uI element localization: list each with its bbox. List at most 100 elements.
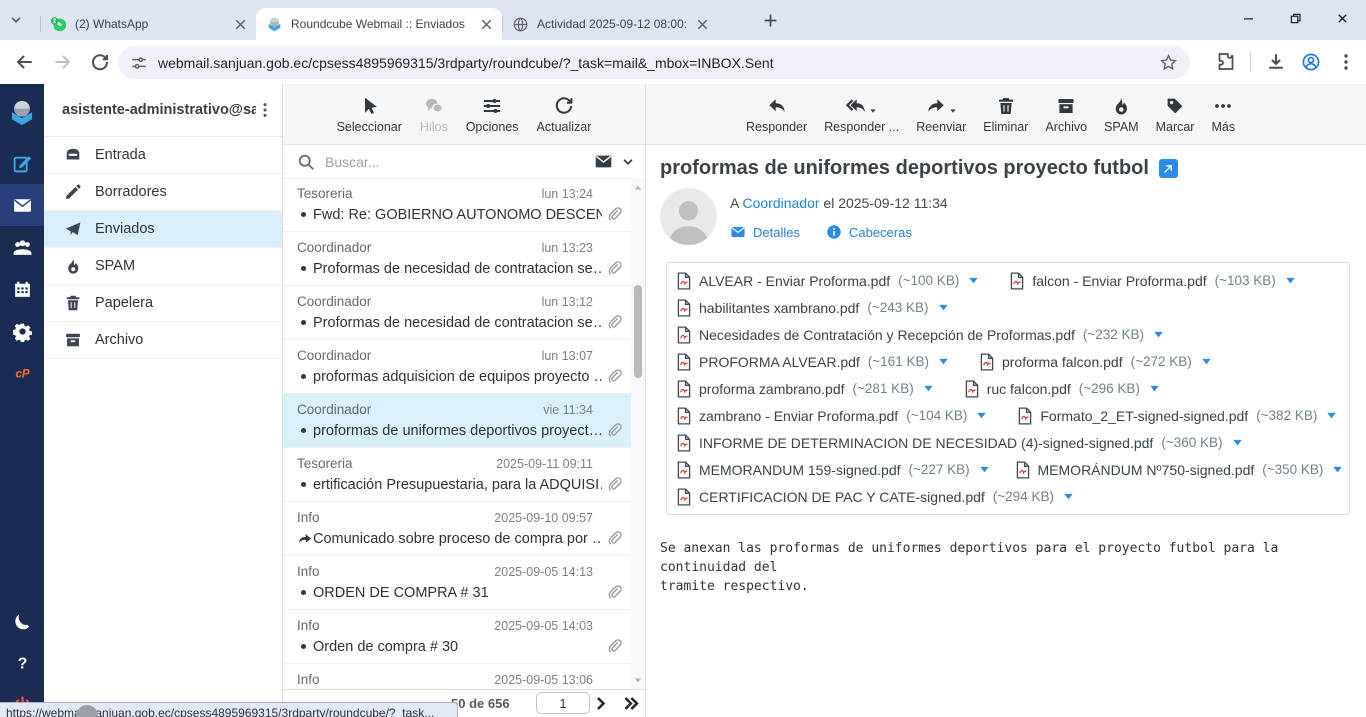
attachment-menu-caret-icon[interactable] xyxy=(1231,436,1244,449)
header-action-link[interactable]: Detalles xyxy=(730,224,800,240)
attachment-name[interactable]: zambrano - Enviar Proforma.pdf xyxy=(699,408,898,424)
attachment-name[interactable]: proforma falcon.pdf xyxy=(1002,354,1123,370)
message-row[interactable]: Tesoreria 2025-09-11 09:11 ertificación … xyxy=(283,448,631,502)
message-row[interactable]: Coordinador vie 11:34 proformas de unifo… xyxy=(283,394,631,448)
tab-search-chevron-icon[interactable] xyxy=(9,13,23,27)
list-toolbar-button[interactable]: Seleccionar xyxy=(337,95,402,134)
message-toolbar-button[interactable]: Archivo xyxy=(1045,95,1087,134)
rail-item[interactable] xyxy=(0,268,44,310)
message-toolbar-button[interactable]: Responder ... xyxy=(824,95,899,134)
list-toolbar-button[interactable]: Opciones xyxy=(466,95,519,134)
forward-nav-icon[interactable] xyxy=(53,52,73,72)
attachment-menu-caret-icon[interactable] xyxy=(937,301,950,314)
profile-icon[interactable] xyxy=(1301,52,1321,72)
attachment-name[interactable]: ruc falcon.pdf xyxy=(987,381,1071,397)
attachment-name[interactable]: CERTIFICACION DE PAC Y CATE-signed.pdf xyxy=(699,489,985,505)
attachment-menu-caret-icon[interactable] xyxy=(975,409,988,422)
tab-close-icon[interactable] xyxy=(231,15,250,34)
minimize-button[interactable] xyxy=(1225,0,1272,36)
dropdown-caret-icon[interactable] xyxy=(869,107,877,115)
rail-item[interactable] xyxy=(0,142,44,184)
scrollbar-down-icon[interactable] xyxy=(633,675,643,685)
downloads-icon[interactable] xyxy=(1266,52,1286,72)
extensions-puzzle-icon[interactable] xyxy=(1215,52,1235,72)
reload-icon[interactable] xyxy=(90,52,110,72)
message-row[interactable]: Coordinador lun 13:23 Proformas de neces… xyxy=(283,232,631,286)
attachment-name[interactable]: falcon - Enviar Proforma.pdf xyxy=(1032,273,1206,289)
list-toolbar-button[interactable]: Actualizar xyxy=(537,95,592,134)
attachment-name[interactable]: habilitantes xambrano.pdf xyxy=(699,300,859,316)
account-menu-kebab-icon[interactable] xyxy=(256,101,274,119)
search-input[interactable] xyxy=(323,153,586,171)
message-row[interactable]: Info 2025-09-10 09:57 Comunicado sobre p… xyxy=(283,502,631,556)
attachment-menu-caret-icon[interactable] xyxy=(978,463,991,476)
recipient-link[interactable]: Coordinador xyxy=(742,195,819,211)
rail-item[interactable] xyxy=(0,84,44,142)
browser-tab[interactable]: Roundcube Webmail :: Enviados xyxy=(256,8,502,40)
folder-item[interactable]: Borradores xyxy=(44,174,282,211)
dropdown-caret-icon[interactable] xyxy=(949,107,957,115)
list-toolbar-button[interactable]: Hilos xyxy=(420,95,448,134)
message-row[interactable]: Coordinador lun 13:07 proformas adquisic… xyxy=(283,340,631,394)
rail-item[interactable]: cP xyxy=(0,352,44,394)
close-window-button[interactable] xyxy=(1319,0,1366,36)
attachment-menu-caret-icon[interactable] xyxy=(1284,274,1297,287)
rail-bottom-item[interactable]: ? xyxy=(0,642,44,684)
attachment-name[interactable]: PROFORMA ALVEAR.pdf xyxy=(699,354,860,370)
message-row[interactable]: Info 2025-09-05 14:03 Orden de compra # … xyxy=(283,610,631,664)
attachment-menu-caret-icon[interactable] xyxy=(937,355,950,368)
maximize-button[interactable] xyxy=(1272,0,1319,36)
message-row[interactable]: Info 2025-09-05 14:13 ORDEN DE COMPRA # … xyxy=(283,556,631,610)
tab-close-icon[interactable] xyxy=(477,15,496,34)
search-scope-envelope-icon[interactable] xyxy=(594,152,613,171)
rail-item[interactable] xyxy=(0,226,44,268)
attachment-menu-caret-icon[interactable] xyxy=(922,382,935,395)
last-page-icon[interactable] xyxy=(622,695,639,712)
attachment-menu-caret-icon[interactable] xyxy=(1152,328,1165,341)
attachment-menu-caret-icon[interactable] xyxy=(1331,463,1344,476)
folder-item[interactable]: SPAM xyxy=(44,248,282,285)
tab-close-icon[interactable] xyxy=(693,15,712,34)
new-tab-icon[interactable] xyxy=(762,12,779,29)
scrollbar-up-icon[interactable] xyxy=(633,183,643,193)
list-scrollbar[interactable] xyxy=(631,178,645,690)
rail-bottom-item[interactable] xyxy=(0,600,44,642)
header-action-link[interactable]: Cabeceras xyxy=(826,224,912,240)
page-number-input[interactable] xyxy=(536,692,590,714)
attachment-menu-caret-icon[interactable] xyxy=(1200,355,1213,368)
attachment-name[interactable]: ALVEAR - Enviar Proforma.pdf xyxy=(699,273,890,289)
attachment-menu-caret-icon[interactable] xyxy=(1325,409,1338,422)
rail-item[interactable] xyxy=(0,184,44,226)
attachment-menu-caret-icon[interactable] xyxy=(1062,490,1075,503)
scrollbar-thumb[interactable] xyxy=(634,285,642,378)
attachment-menu-caret-icon[interactable] xyxy=(1148,382,1161,395)
folder-item[interactable]: Enviados xyxy=(44,211,282,248)
attachment-name[interactable]: INFORME DE DETERMINACION DE NECESIDAD (4… xyxy=(699,435,1153,451)
message-toolbar-button[interactable]: Responder xyxy=(746,95,807,134)
search-options-chevron-icon[interactable] xyxy=(621,155,635,169)
attachment-name[interactable]: MEMORANDUM 159-signed.pdf xyxy=(699,462,901,478)
message-row[interactable]: Coordinador lun 13:12 Proformas de neces… xyxy=(283,286,631,340)
next-page-icon[interactable] xyxy=(592,695,609,712)
folder-item[interactable]: Entrada xyxy=(44,137,282,174)
attachment-name[interactable]: Necesidades de Contratación y Recepción … xyxy=(699,327,1075,343)
browser-tab[interactable]: 2 (2) WhatsApp xyxy=(40,8,256,40)
attachment-menu-caret-icon[interactable] xyxy=(967,274,980,287)
message-toolbar-button[interactable]: Más xyxy=(1211,95,1235,134)
message-row[interactable]: Tesoreria lun 13:24 Fwd: Re: GOBIERNO AU… xyxy=(283,178,631,232)
folder-item[interactable]: Papelera xyxy=(44,285,282,322)
attachment-name[interactable]: proforma zambrano.pdf xyxy=(699,381,845,397)
browser-tab[interactable]: Actividad 2025-09-12 08:00:00 xyxy=(502,8,718,40)
open-in-new-window-button[interactable] xyxy=(1159,159,1178,178)
back-icon[interactable] xyxy=(14,52,34,72)
message-toolbar-button[interactable]: SPAM xyxy=(1104,95,1139,134)
message-toolbar-button[interactable]: Reenviar xyxy=(916,95,966,134)
rail-item[interactable] xyxy=(0,310,44,352)
attachment-name[interactable]: Formato_2_ET-signed-signed.pdf xyxy=(1040,408,1248,424)
browser-menu-kebab-icon[interactable] xyxy=(1336,52,1356,72)
bookmark-star-icon[interactable] xyxy=(1159,53,1178,72)
folder-item[interactable]: Archivo xyxy=(44,322,282,359)
address-bar[interactable]: webmail.sanjuan.gob.ec/cpsess4895969315/… xyxy=(118,46,1190,79)
message-row[interactable]: Info 2025-09-05 13:06 xyxy=(283,664,631,690)
message-toolbar-button[interactable]: Eliminar xyxy=(983,95,1028,134)
